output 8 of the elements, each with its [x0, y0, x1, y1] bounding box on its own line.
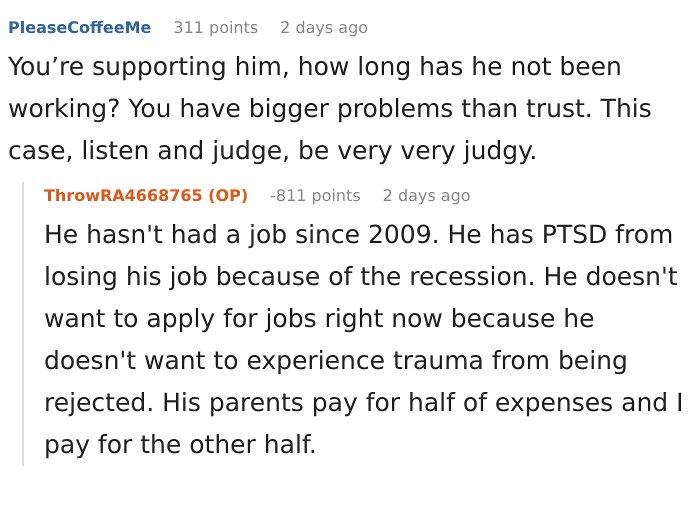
comment-text: He hasn't had a job since 2009. He has PTSD from losing his job because of the recession. He doesn't want to apply for jobs right now because he doesn't want to experience trauma from being rejected. His parents pay for half of expenses and I pay for the other half.	[44, 219, 684, 461]
timestamp: 2 days ago	[280, 18, 368, 37]
username[interactable]: ThrowRA4668765 (OP)	[44, 186, 248, 205]
points-count: -811 points	[270, 186, 361, 205]
comment-text: You’re supporting him, how long has he not been working? You have bigger problems than trust. This case, listen and judge, be very very judgy.	[8, 51, 653, 167]
timestamp: 2 days ago	[382, 186, 471, 205]
points-count: 311 points	[173, 18, 258, 37]
username[interactable]: PleaseCoffeeMe	[8, 18, 152, 37]
